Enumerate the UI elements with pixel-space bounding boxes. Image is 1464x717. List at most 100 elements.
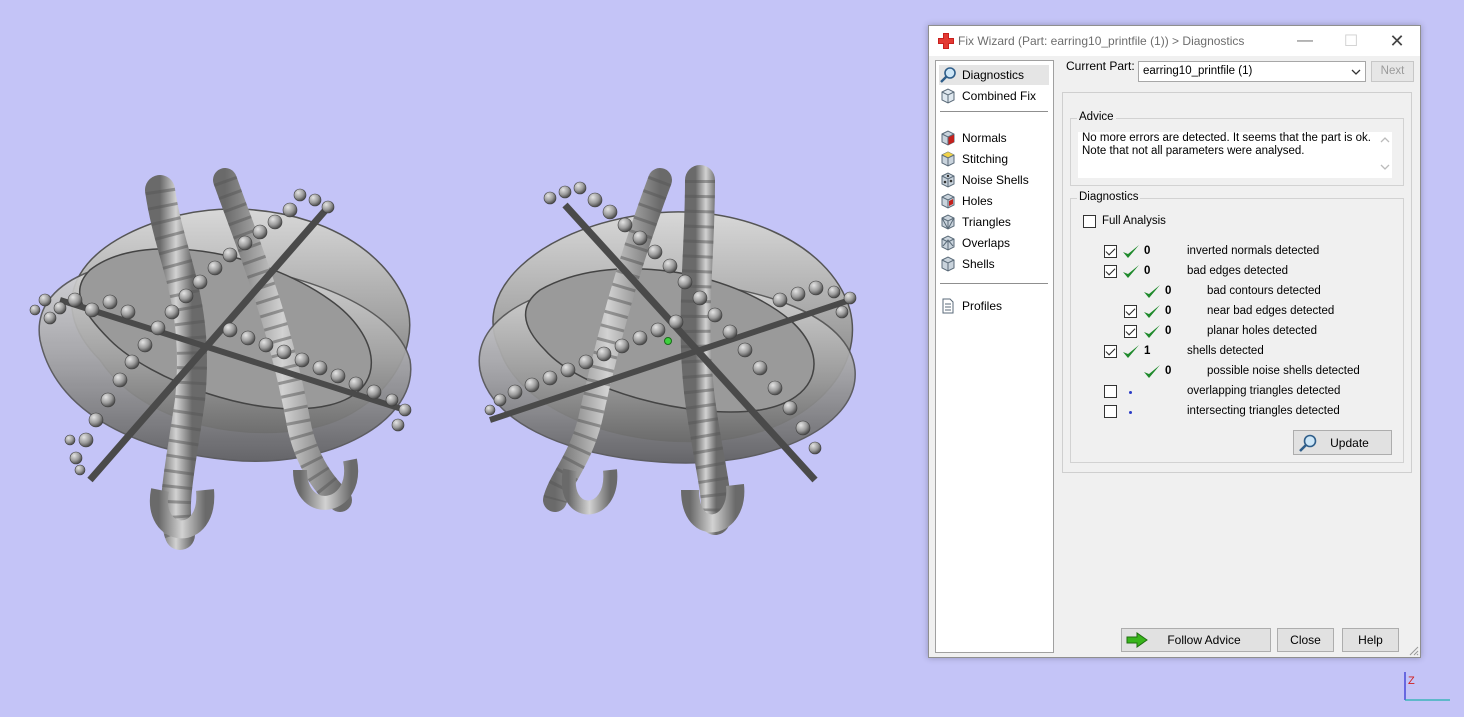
overlapping-triangles-checkbox[interactable]	[1104, 385, 1117, 398]
close-icon: ✕	[1389, 30, 1405, 51]
intersecting-triangles-checkbox[interactable]	[1104, 405, 1117, 418]
nav-label: Shells	[962, 257, 995, 271]
normals-cube-icon	[941, 130, 955, 146]
diagnostics-panel: Advice No more errors are detected. It s…	[1062, 92, 1412, 473]
check-icon	[1144, 285, 1160, 298]
minimize-button[interactable]: —	[1282, 26, 1328, 56]
planar-holes-checkbox[interactable]	[1124, 325, 1137, 338]
planar-holes-count: 0	[1165, 325, 1172, 337]
axis-z-label: Z	[1408, 675, 1415, 687]
check-icon	[1123, 245, 1139, 258]
holes-cube-icon	[941, 193, 955, 209]
bad-edges-label: bad edges detected	[1187, 265, 1289, 277]
diagnostics-legend: Diagnostics	[1077, 191, 1141, 203]
combined-fix-icon	[941, 88, 955, 104]
bad-edges-count: 0	[1144, 265, 1151, 277]
window-title: Fix Wizard (Part: earring10_printfile (1…	[958, 34, 1245, 48]
bad-edges-checkbox[interactable]	[1104, 265, 1117, 278]
nav-label: Noise Shells	[962, 173, 1029, 187]
follow-advice-label: Follow Advice	[1167, 633, 1241, 647]
inverted-normals-checkbox[interactable]	[1104, 245, 1117, 258]
wizard-nav: Diagnostics Combined Fix Normals Stitchi…	[935, 60, 1054, 653]
nav-label: Holes	[962, 194, 993, 208]
scroll-up-icon	[1380, 137, 1390, 143]
diagnostics-group: Diagnostics Full Analysis 0 inverted nor…	[1070, 191, 1404, 463]
inverted-normals-count: 0	[1144, 245, 1151, 257]
shells-checkbox[interactable]	[1104, 345, 1117, 358]
near-bad-edges-count: 0	[1165, 305, 1172, 317]
advice-text-box: No more errors are detected. It seems th…	[1078, 132, 1392, 178]
full-analysis-label: Full Analysis	[1102, 215, 1166, 227]
full-analysis-checkbox[interactable]	[1083, 215, 1096, 228]
check-icon	[1144, 325, 1160, 338]
nav-item-diagnostics[interactable]: Diagnostics	[939, 65, 1049, 85]
magnifier-icon	[1299, 434, 1317, 452]
title-bar[interactable]: Fix Wizard (Part: earring10_printfile (1…	[929, 26, 1420, 56]
bad-contours-count: 0	[1165, 285, 1172, 297]
resize-grip-icon[interactable]	[1409, 646, 1419, 656]
minimize-icon: —	[1297, 32, 1313, 49]
magnifier-icon	[940, 67, 956, 83]
nav-label: Diagnostics	[962, 68, 1025, 82]
shells-count: 1	[1144, 345, 1151, 357]
nav-item-noise-shells[interactable]: Noise Shells	[939, 170, 1049, 190]
intersecting-triangles-label: intersecting triangles detected	[1187, 405, 1340, 417]
nav-label: Profiles	[962, 299, 1003, 313]
nav-label: Triangles	[962, 215, 1011, 229]
right-earring-model	[478, 165, 857, 535]
nav-item-combined-fix[interactable]: Combined Fix	[939, 86, 1049, 106]
overlaps-cube-icon	[941, 235, 955, 251]
nav-item-normals[interactable]: Normals	[939, 128, 1049, 148]
axis-indicator: Z	[1404, 672, 1450, 701]
nav-item-overlaps[interactable]: Overlaps	[939, 233, 1049, 253]
nav-item-stitching[interactable]: Stitching	[939, 149, 1049, 169]
inverted-normals-label: inverted normals detected	[1187, 245, 1320, 257]
nav-label: Overlaps	[962, 236, 1011, 250]
profiles-page-icon	[942, 298, 954, 314]
current-part-value: earring10_printfile (1)	[1143, 65, 1253, 77]
nav-label: Normals	[962, 131, 1007, 145]
close-window-button[interactable]: ✕	[1374, 26, 1420, 56]
noise-shells-count: 0	[1165, 365, 1172, 377]
help-button[interactable]: Help	[1342, 628, 1399, 652]
update-label: Update	[1330, 435, 1369, 450]
update-button[interactable]: Update	[1293, 430, 1392, 455]
bad-contours-label: bad contours detected	[1207, 285, 1321, 297]
noise-shells-label: possible noise shells detected	[1207, 365, 1360, 377]
nav-item-profiles[interactable]: Profiles	[939, 296, 1049, 316]
nav-separator	[940, 283, 1048, 284]
advice-legend: Advice	[1077, 111, 1116, 123]
advice-group: Advice No more errors are detected. It s…	[1070, 111, 1404, 186]
planar-holes-label: planar holes detected	[1207, 325, 1317, 337]
arrow-right-icon	[1126, 632, 1148, 648]
current-part-dropdown[interactable]: earring10_printfile (1)	[1138, 61, 1366, 82]
next-button[interactable]: Next	[1371, 61, 1414, 82]
shells-cube-icon	[941, 256, 955, 272]
pending-dot-icon	[1129, 411, 1132, 414]
nav-item-holes[interactable]: Holes	[939, 191, 1049, 211]
stitching-cube-icon	[941, 151, 955, 167]
advice-line-1: No more errors are detected. It seems th…	[1082, 132, 1371, 144]
nav-item-triangles[interactable]: Triangles	[939, 212, 1049, 232]
near-bad-edges-checkbox[interactable]	[1124, 305, 1137, 318]
maximize-button[interactable]: ☐	[1328, 26, 1374, 56]
close-button[interactable]: Close	[1277, 628, 1334, 652]
shells-label: shells detected	[1187, 345, 1264, 357]
triangles-cube-icon	[941, 214, 955, 230]
advice-line-2: Note that not all parameters were analys…	[1082, 145, 1305, 157]
maximize-icon: ☐	[1343, 33, 1359, 50]
nav-item-shells[interactable]: Shells	[939, 254, 1049, 274]
nav-separator	[940, 111, 1048, 112]
current-part-label: Current Part:	[1066, 59, 1135, 73]
advice-scrollbar[interactable]	[1378, 132, 1392, 178]
check-icon	[1123, 265, 1139, 278]
chevron-down-icon	[1351, 69, 1361, 75]
near-bad-edges-label: near bad edges detected	[1207, 305, 1335, 317]
pending-dot-icon	[1129, 391, 1132, 394]
scroll-down-icon	[1380, 164, 1390, 170]
check-icon	[1144, 365, 1160, 378]
check-icon	[1123, 345, 1139, 358]
check-icon	[1144, 305, 1160, 318]
red-cross-icon	[938, 33, 954, 49]
follow-advice-button[interactable]: Follow Advice	[1121, 628, 1271, 652]
